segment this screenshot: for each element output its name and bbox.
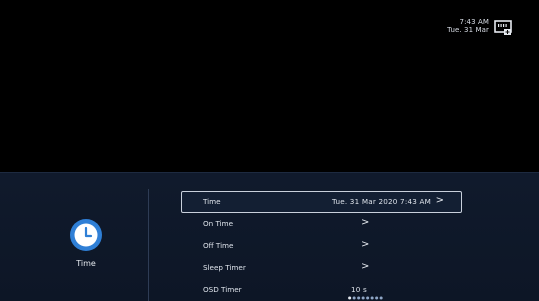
menu-item-osd-timer[interactable]: OSD Timer 10 s ●●●●●●●●	[181, 279, 462, 301]
panel-divider	[148, 189, 149, 301]
status-time: 7:43 AM	[459, 18, 489, 26]
status-date: Tue. 31 Mar	[447, 26, 489, 34]
category-label: Time	[76, 259, 96, 268]
menu-item-label: On Time	[203, 219, 234, 228]
settings-panel: Time Time Tue. 31 Mar 2020 7:43 AM > On …	[0, 172, 539, 301]
menu-item-label: Sleep Timer	[203, 263, 246, 272]
time-settings-menu: Time Tue. 31 Mar 2020 7:43 AM > On Time …	[181, 191, 462, 301]
menu-item-sleep-timer[interactable]: Sleep Timer >	[181, 257, 462, 279]
status-clock: 7:43 AM Tue. 31 Mar	[447, 18, 489, 34]
menu-item-time[interactable]: Time Tue. 31 Mar 2020 7:43 AM >	[181, 191, 462, 213]
tv-screen: 7:43 AM Tue. 31 Mar Time Time Tue. 31 Ma…	[0, 0, 539, 301]
menu-item-on-time[interactable]: On Time >	[181, 213, 462, 235]
menu-item-value: Tue. 31 Mar 2020 7:43 AM	[331, 197, 431, 206]
chevron-right-icon: >	[361, 217, 370, 228]
chevron-right-icon: >	[361, 239, 370, 250]
menu-item-label: OSD Timer	[203, 285, 242, 294]
ethernet-icon	[494, 20, 512, 35]
menu-item-label: Time	[203, 197, 221, 206]
menu-item-label: Off Time	[203, 241, 234, 250]
clock-icon	[70, 219, 102, 251]
menu-item-value: 10 s	[351, 285, 367, 294]
chevron-right-icon: >	[361, 261, 370, 272]
slider-indicator[interactable]: ●●●●●●●●	[348, 295, 384, 300]
chevron-right-icon: >	[435, 195, 444, 206]
menu-item-off-time[interactable]: Off Time >	[181, 235, 462, 257]
